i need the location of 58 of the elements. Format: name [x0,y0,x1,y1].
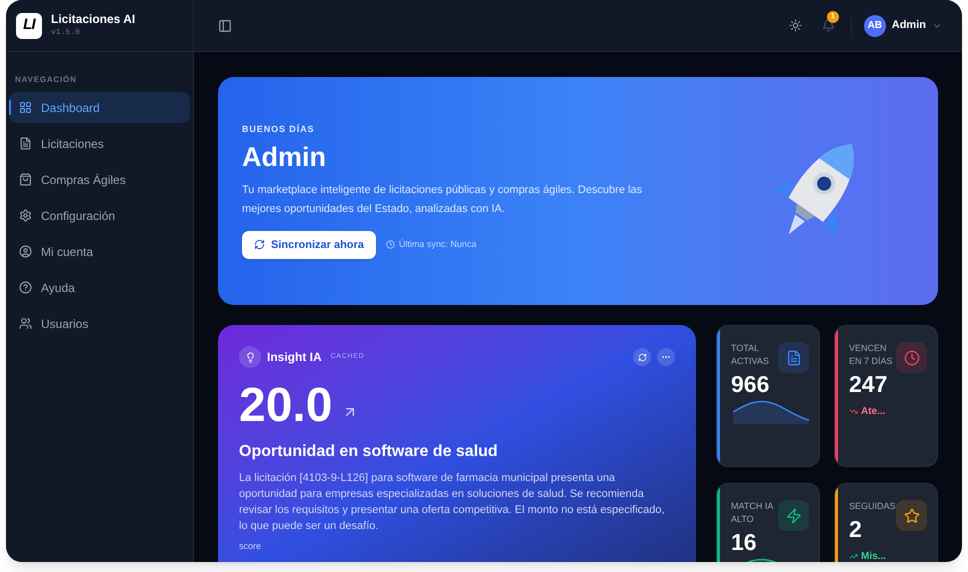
sidebar-toggle-button[interactable] [218,18,232,32]
logo: LI [16,12,42,38]
section-label: NAVEGACIÓN [15,74,78,86]
star-icon [904,508,920,524]
last-sync-text: Última sync: Nunca [398,238,476,251]
stat-label: MATCH IA ALTO [731,500,774,526]
trend-up-icon [849,552,858,561]
grid-icon [19,101,32,114]
hero-description: Tu marketplace inteligente de licitaciones públicas y compras ágiles. Descubre las mejores oportunidades del Estado, analizadas con IA. [242,182,644,217]
user-circle-icon [19,245,32,258]
insight-body: La licitación [4103-9-L126] para software de farmacia municipal presenta una oportunidad para empresas especializadas en soluciones de salud. Se recomienda revisar los requisitos y presentar una oferta competitiva. El monto no está especificado, lo que puede ser un desafío. [239,471,666,534]
hero-title: Admin [242,140,327,174]
stat-label: SEGUIDAS [849,500,897,513]
nav-item[interactable]: Ayuda [9,272,190,303]
insight-heading: Oportunidad en software de salud [239,442,499,462]
nav-item[interactable]: Mi cuenta [9,236,190,267]
notifications-button[interactable] [822,19,835,32]
nav-item[interactable]: Usuarios [9,308,190,339]
bag-icon [19,173,32,186]
user-avatar: AB [864,14,886,36]
stat-value: 247 [849,370,888,398]
nav-item[interactable]: Compras Ágiles [9,164,190,195]
app-name: Licitaciones AI [51,12,136,27]
document-icon [19,137,32,150]
stat-value: 16 [731,528,757,556]
stat-value: 2 [849,515,862,543]
lightbulb-icon [244,352,256,362]
trend-text: Ate... [861,405,886,419]
stat-label: VENCEN EN 7 DÍAS [849,342,894,368]
document-icon [786,350,802,366]
stat-label: TOTAL ACTIVAS [731,342,770,368]
user-menu-button[interactable]: Admin [892,17,942,34]
score-label: score [239,540,262,553]
users-icon [19,317,32,330]
greeting: BUENOS DÍAS [242,123,316,136]
clock-icon [386,240,395,250]
settings-icon [19,209,32,222]
trend-text: Mis... [861,550,886,562]
more-button[interactable] [657,348,675,366]
app-version: v1.5.0 [51,27,81,39]
bell-icon [822,19,835,32]
stat-value: 966 [731,370,770,398]
sun-icon [788,19,802,32]
insight-score: 20.0 [239,380,332,432]
theme-toggle-button[interactable] [788,19,802,32]
refresh-icon [638,352,646,362]
panel-icon [218,18,232,32]
nav-item[interactable]: Dashboard [9,92,190,123]
sync-button[interactable]: Sincronizar ahora [242,230,376,259]
nav-item[interactable]: Configuración [9,200,190,231]
clock-icon [904,350,920,366]
insight-title: Insight IA [267,349,322,366]
nav-item[interactable]: Licitaciones [9,128,190,159]
help-icon [19,281,32,294]
lightning-icon [786,508,802,524]
refresh-button[interactable] [633,348,651,366]
refresh-icon [254,239,265,250]
trend-down-icon [849,407,858,416]
